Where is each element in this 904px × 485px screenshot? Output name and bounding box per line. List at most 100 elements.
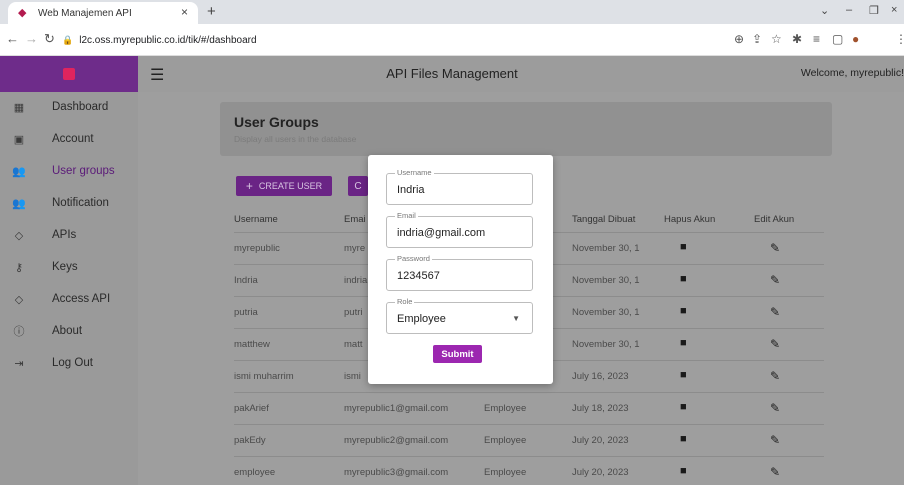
sidebar-item-dashboard[interactable]: ▦ Dashboard <box>0 92 138 122</box>
logout-icon: ⇥ <box>14 357 24 370</box>
reading-list-icon[interactable]: ≡ <box>813 32 820 46</box>
sidebar-item-user-groups[interactable]: 👥 User groups <box>0 156 138 186</box>
sidebar-item-account[interactable]: ▣ Account <box>0 124 138 154</box>
submit-button[interactable]: Submit <box>433 345 482 363</box>
url-field[interactable]: 🔒 l2c.oss.myrepublic.co.id/tik/#/dashboa… <box>62 29 712 51</box>
app-bar: ☰ API Files Management Welcome, myrepubl… <box>0 56 904 92</box>
sidebar-item-label: Dashboard <box>52 101 109 113</box>
window-close-icon[interactable]: × <box>891 4 897 16</box>
sidebar-item-label: User groups <box>52 165 115 177</box>
bookmark-star-icon[interactable]: ☆ <box>771 32 782 46</box>
browser-tab[interactable]: ◆ Web Manajemen API × <box>8 2 198 24</box>
cell-email: myre <box>344 243 366 254</box>
browser-menu-icon[interactable]: ⋮ <box>895 32 904 46</box>
pencil-icon[interactable]: ✎ <box>770 273 780 287</box>
pencil-icon[interactable]: ✎ <box>770 369 780 383</box>
create-user-dialog: Username Indria Email indria@gmail.com P… <box>368 155 553 384</box>
new-tab-button[interactable]: + <box>207 3 216 20</box>
pencil-icon[interactable]: ✎ <box>770 433 780 447</box>
cell-email: ismi <box>344 371 361 382</box>
pencil-icon[interactable]: ✎ <box>770 337 780 351</box>
secondary-action-button[interactable]: C <box>348 176 368 196</box>
column-header: Edit Akun <box>754 214 795 225</box>
sidebar-item-keys[interactable]: ⚷ Keys <box>0 252 138 282</box>
password-field[interactable]: Password 1234567 <box>386 254 533 291</box>
sidebar-item-about[interactable]: ⓘ About <box>0 316 138 346</box>
minimize-icon[interactable]: – <box>846 4 852 16</box>
account-box-icon: ▣ <box>13 133 25 146</box>
username-label: Username <box>395 168 434 177</box>
cell-username: employee <box>234 467 276 478</box>
trash-icon[interactable]: ■ <box>680 465 687 477</box>
tab-close-icon[interactable]: × <box>181 5 188 19</box>
sidebar-item-notification[interactable]: 👥 Notification <box>0 188 138 218</box>
table-row: employee myrepublic3@gmail.com Employee … <box>234 456 824 485</box>
cell-date: July 20, 2023 <box>572 435 629 446</box>
group-icon: 👥 <box>12 165 26 178</box>
sidebar-item-label: Keys <box>52 261 78 273</box>
sidebar-item-access-api[interactable]: ◇ Access API <box>0 284 138 314</box>
share-icon[interactable]: ⇪ <box>752 32 762 46</box>
cell-date: July 16, 2023 <box>572 371 629 382</box>
cell-date: November 30, 1 <box>572 275 640 286</box>
pencil-icon[interactable]: ✎ <box>770 401 780 415</box>
side-panel-icon[interactable]: ▢ <box>832 32 843 46</box>
maximize-icon[interactable]: ❐ <box>869 4 879 17</box>
trash-icon[interactable]: ■ <box>680 433 687 445</box>
cell-role: Employee <box>484 467 527 478</box>
profile-avatar-icon[interactable]: ● <box>852 32 859 46</box>
trash-icon[interactable]: ■ <box>680 305 687 317</box>
email-field[interactable]: Email indria@gmail.com <box>386 211 533 248</box>
welcome-text: Welcome, myrepublic! <box>800 67 904 79</box>
tab-search-icon[interactable]: ⌄ <box>820 4 829 17</box>
role-value: Employee <box>397 313 446 325</box>
cell-date: November 30, 1 <box>572 243 640 254</box>
trash-icon[interactable]: ■ <box>680 337 687 349</box>
cell-role: Employee <box>484 435 527 446</box>
page-title: User Groups <box>234 114 319 130</box>
cell-username: pakEdy <box>234 435 266 446</box>
email-label: Email <box>395 211 418 220</box>
sidebar-item-label: Notification <box>52 197 109 209</box>
cell-date: July 20, 2023 <box>572 467 629 478</box>
site-favicon-icon: ◆ <box>18 7 27 19</box>
sidebar-item-apis[interactable]: ◇ APIs <box>0 220 138 250</box>
cell-role: Employee <box>484 403 527 414</box>
username-value: Indria <box>397 184 425 196</box>
dashboard-icon: ▦ <box>13 101 25 114</box>
create-user-button[interactable]: + CREATE USER <box>236 176 332 196</box>
column-header: Username <box>234 214 278 225</box>
back-icon[interactable]: ← <box>6 31 19 46</box>
forward-icon[interactable]: → <box>25 31 38 46</box>
cell-email: myrepublic3@gmail.com <box>344 467 449 478</box>
sidebar-item-label: Log Out <box>52 357 93 369</box>
install-icon[interactable]: ⊕ <box>734 32 744 46</box>
api-icon: ◇ <box>14 229 24 242</box>
sidebar-item-log-out[interactable]: ⇥ Log Out <box>0 348 138 378</box>
pencil-icon[interactable]: ✎ <box>770 465 780 479</box>
pencil-icon[interactable]: ✎ <box>770 241 780 255</box>
reload-icon[interactable]: ↻ <box>44 31 55 47</box>
trash-icon[interactable]: ■ <box>680 401 687 413</box>
trash-icon[interactable]: ■ <box>680 369 687 381</box>
cell-email: matt <box>344 339 363 350</box>
trash-icon[interactable]: ■ <box>680 273 687 285</box>
address-bar-row: ← → ↻ 🔒 l2c.oss.myrepublic.co.id/tik/#/d… <box>0 24 904 56</box>
column-header: Hapus Akun <box>664 214 716 225</box>
key-icon: ⚷ <box>14 261 24 274</box>
plus-icon: + <box>245 179 253 193</box>
browser-tab-bar: ◆ Web Manajemen API × + ⌄ – ❐ × <box>0 0 904 24</box>
trash-icon[interactable]: ■ <box>680 241 687 253</box>
extensions-icon[interactable]: ✱ <box>792 32 802 46</box>
notification-group-icon: 👥 <box>12 197 26 210</box>
url-text: l2c.oss.myrepublic.co.id/tik/#/dashboard <box>79 34 257 46</box>
role-select[interactable]: Role Employee ▼ <box>386 297 533 334</box>
table-row: pakArief myrepublic1@gmail.com Employee … <box>234 392 824 424</box>
pencil-icon[interactable]: ✎ <box>770 305 780 319</box>
column-header: Emai <box>344 214 366 225</box>
username-field[interactable]: Username Indria <box>386 168 533 205</box>
cell-email: myrepublic2@gmail.com <box>344 435 449 446</box>
cell-email: indria <box>344 275 368 286</box>
cell-username: ismi muharrim <box>234 371 294 382</box>
cell-username: matthew <box>234 339 270 350</box>
